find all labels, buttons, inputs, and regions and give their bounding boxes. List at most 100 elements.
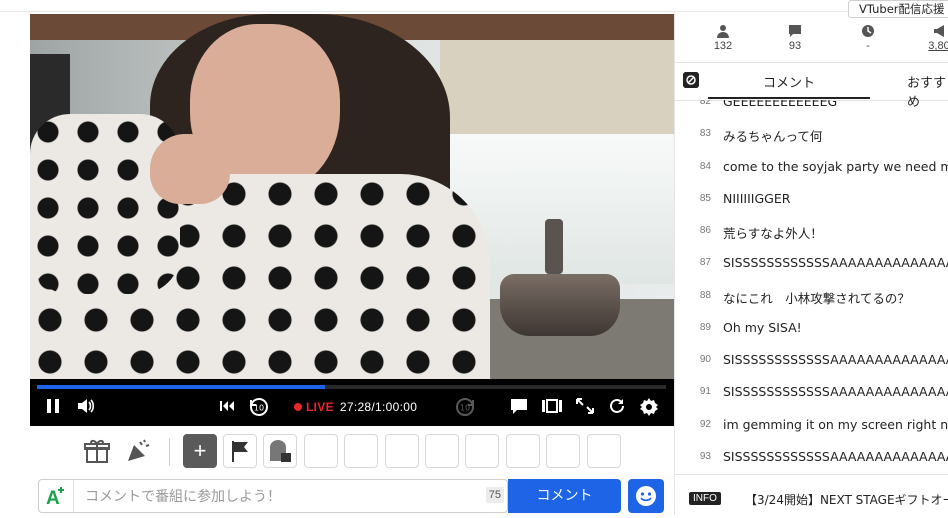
megaphone-icon [909,24,948,38]
empty-slot[interactable] [546,434,580,468]
comment-text: Oh my SISA! [723,320,802,335]
comment-number: 90 [699,354,711,365]
seek-bar[interactable] [37,385,666,389]
empty-slot[interactable] [425,434,459,468]
flag-slot[interactable] [223,434,257,468]
gift-bar: + [30,426,674,474]
comment-text: SISSSSSSSSSSSSAAAAAAAAAAAAAAA [723,384,948,399]
comment-text: なにこれ 小林攻撃されてるの？ [723,291,910,306]
live-status: LIVE 27:28/1:00:00 [294,400,417,414]
person-icon [693,24,753,38]
forward-10-icon[interactable]: 10 [454,397,476,417]
elapsed-time: 27:28 [339,400,372,414]
comment-row: 87 SISSSSSSSSSSSSAAAAAAAAAAAAAAA [675,248,948,280]
skip-to-start-icon[interactable] [218,397,236,415]
svg-text:10: 10 [254,404,264,413]
char-count: 75 [485,487,504,503]
comment-number: 86 [699,225,711,236]
comment-text: SISSSSSSSSSSSSAAAAAAAAAAAAAAA [723,255,948,270]
add-font-icon[interactable]: A [45,485,69,509]
comment-number: 82 [699,100,711,107]
settings-gear-icon[interactable] [639,397,659,417]
comment-input-bar: A 75 コメント [30,474,674,515]
browser-top-strip [0,0,948,14]
comment-row: 93 SISSSSSSSSSSSSAAAAAAAAAAAAAAA [675,442,948,474]
gift-bar-divider [169,438,170,466]
empty-slot[interactable] [465,434,499,468]
ad-points: 3,80 [928,40,948,52]
streamer-image [30,14,490,379]
comment-row: 82 GEEEEEEEEEEEEG [675,100,948,119]
clock-icon [838,24,898,38]
comment-number: 93 [699,451,711,462]
sidebar-tabs: コメント おすすめ [675,62,948,110]
comment-number: 89 [699,322,711,333]
viewer-stat: 132 [693,24,753,52]
theater-mode-icon[interactable] [541,397,563,415]
comment-number: 92 [699,419,711,430]
empty-slot[interactable] [587,434,621,468]
fullscreen-icon[interactable] [575,397,595,415]
empty-slot[interactable] [385,434,419,468]
info-text: 【3/24開始】NEXT STAGEギフトオー [745,493,948,507]
ad-stat[interactable]: 3,80 [909,24,948,52]
pause-icon[interactable] [44,397,62,415]
empty-slot[interactable] [304,434,338,468]
volume-icon[interactable] [76,397,96,415]
comment-text: SISSSSSSSSSSSSAAAAAAAAAAAAAAA [723,352,948,367]
comment-row: 91 SISSSSSSSSSSSSAAAAAAAAAAAAAAA [675,377,948,409]
comment-number: 88 [699,290,711,301]
comment-row: 92 im gemming it on my screen right now [675,410,948,442]
viewer-count: 132 [713,40,733,52]
comment-number: 84 [699,161,711,172]
comment-row: 86 荒らすなよ外人！ [675,216,948,248]
svg-text:10: 10 [460,404,470,413]
comment-submit-button[interactable]: コメント [508,479,621,513]
comment-row: 90 SISSSSSSSSSSSSAAAAAAAAAAAAAAA [675,345,948,377]
comment-input[interactable] [83,486,487,508]
time-stat: - [838,24,898,52]
seek-bar-fill [37,385,326,389]
rewind-10-icon[interactable]: 10 [248,397,270,417]
comment-row: 89 Oh my SISA! [675,313,948,345]
comment-toggle-icon[interactable] [509,397,529,415]
comment-text: im gemming it on my screen right now [723,417,948,432]
info-badge: INFO [689,492,721,505]
comment-input-box: A 75 [38,479,508,513]
comment-text: NIIIIIIGGER [723,191,791,206]
comment-number: 87 [699,257,711,268]
comment-bubble-icon [765,24,825,38]
comment-row: 84 come to the soyjak party we need mo [675,152,948,184]
comment-count: 93 [788,40,802,52]
comment-sidebar: 132 93 - 3,80 コメント おすすめ 82 GEEEEEEEEEEEEG… [674,14,948,516]
comment-text: みるちゃんって何 [723,129,823,144]
empty-slot[interactable] [506,434,540,468]
comment-row: 88 なにこれ 小林攻撃されてるの？ [675,281,948,313]
svg-text:A: A [46,488,60,507]
video-player[interactable] [30,14,674,379]
comment-number: 85 [699,193,711,204]
comment-text: come to the soyjak party we need mo [723,159,948,174]
stats-bar: 132 93 - 3,80 [675,14,948,63]
empty-slot[interactable] [344,434,378,468]
emoji-button[interactable] [628,479,664,513]
comment-text: SISSSSSSSSSSSSAAAAAAAAAAAAAAA [723,449,948,464]
comment-row: 85 NIIIIIIGGER [675,184,948,216]
info-ticker[interactable]: INFO 【3/24開始】NEXT STAGEギフトオー [675,474,948,516]
tooltip: VTuber配信応援 [848,0,948,18]
active-tab-indicator [708,97,870,99]
comment-number: 83 [699,128,711,139]
comment-list[interactable]: 82 GEEEEEEEEEEEEG 83 みるちゃんって何 84 come to th… [675,100,948,474]
party-popper-icon[interactable] [125,438,151,469]
comment-stat: 93 [765,24,825,52]
add-item-button[interactable]: + [183,434,217,468]
reload-icon[interactable] [607,397,627,415]
gift-icon[interactable] [84,438,110,469]
player-controls: 10 LIVE 27:28/1:00:00 10 [30,379,674,426]
game-slot[interactable] [263,434,297,468]
tab-comments[interactable]: コメント [763,72,815,91]
comment-number: 91 [699,386,711,397]
comment-row: 83 みるちゃんって何 [675,119,948,151]
comment-filter-icon[interactable] [683,72,699,88]
time-value: - [866,40,870,52]
